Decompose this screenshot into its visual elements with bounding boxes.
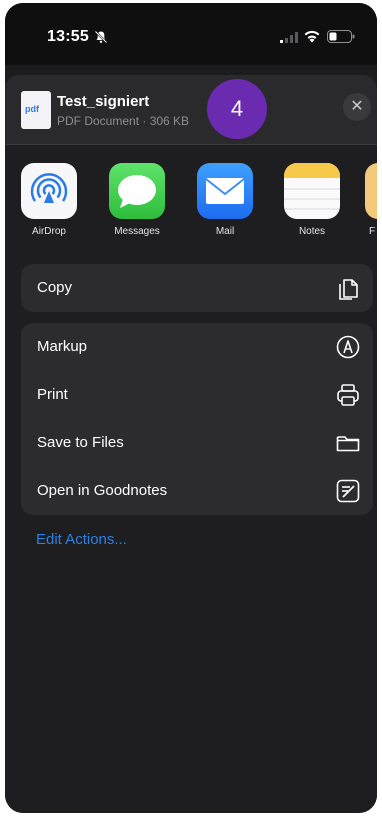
pdf-file-icon-text: pdf [25, 104, 39, 114]
markup-icon [336, 335, 360, 359]
folder-icon [336, 436, 360, 452]
app-airdrop[interactable]: AirDrop [19, 163, 79, 237]
action-label: Copy [37, 279, 73, 296]
wifi-icon [304, 30, 320, 43]
file-title: Test_signiert [57, 93, 150, 110]
share-sheet-header: pdf Test_signiert PDF Document · 306 KB … [5, 75, 377, 145]
action-label: Markup [37, 338, 88, 355]
app-partial[interactable]: F [365, 163, 377, 237]
app-label: Mail [215, 226, 235, 237]
action-label: Print [37, 386, 68, 403]
silent-bell-icon [94, 30, 108, 44]
file-meta: PDF Document · 306 KB [57, 114, 190, 128]
app-messages[interactable]: Messages [107, 163, 167, 237]
printer-icon [337, 384, 359, 406]
action-markup[interactable]: Markup [21, 323, 373, 371]
app-label: Messages [114, 226, 160, 237]
notes-icon [284, 163, 340, 219]
app-notes[interactable]: Notes [282, 163, 342, 237]
app-label: Notes [298, 226, 326, 237]
app-mail[interactable]: Mail [195, 163, 255, 237]
action-copy[interactable]: Copy [21, 264, 373, 312]
pdf-file-icon: pdf [21, 91, 51, 129]
edit-actions-link[interactable]: Edit Actions... [36, 531, 127, 548]
mail-icon [197, 163, 253, 219]
app-partial-icon [365, 163, 377, 219]
status-bar: 13:55 [5, 3, 377, 65]
share-sheet: pdf Test_signiert PDF Document · 306 KB … [5, 75, 377, 813]
action-group-copy: Copy [21, 264, 373, 312]
copy-icon [339, 279, 358, 300]
goodnotes-icon [336, 479, 360, 503]
phone-screen: 13:55 pdf Test_signiert PDF Document · 3… [5, 3, 377, 813]
app-label: F [369, 226, 376, 237]
action-print[interactable]: Print [21, 371, 373, 419]
step-number-badge: 4 [207, 79, 267, 139]
action-group-main: Markup Print Save to Files Open in Goodn… [21, 323, 373, 515]
airdrop-icon [21, 163, 77, 219]
close-button[interactable]: ✕ [343, 93, 371, 121]
cellular-signal-icon [280, 32, 298, 43]
status-time: 13:55 [47, 28, 89, 45]
app-label: AirDrop [32, 226, 66, 237]
battery-icon [327, 30, 355, 43]
messages-icon [109, 163, 165, 219]
action-open-in-goodnotes[interactable]: Open in Goodnotes [21, 467, 373, 515]
action-save-to-files[interactable]: Save to Files [21, 419, 373, 467]
action-label: Open in Goodnotes [37, 482, 168, 499]
action-label: Save to Files [37, 434, 124, 451]
